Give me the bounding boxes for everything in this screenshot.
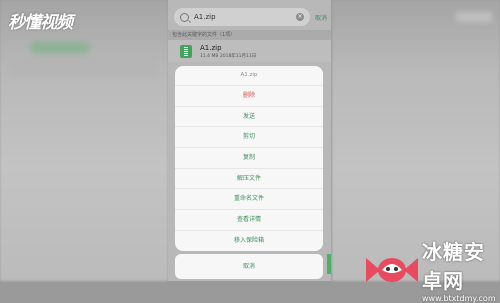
search-row: A1.zip × 取消	[174, 6, 331, 28]
search-input[interactable]: A1.zip ×	[174, 8, 310, 26]
blurred-green-element	[30, 42, 90, 54]
watermark-title: 冰糖安卓网	[422, 240, 485, 293]
results-header: 包含此关键字的文件（1项）	[168, 30, 331, 40]
watermark-url: www.btxtdmy.com	[422, 294, 496, 303]
action-sheet-cancel-button[interactable]: 取消	[175, 254, 323, 279]
delete-button[interactable]: 删除	[175, 85, 323, 106]
action-sheet: A1.zip 删除 发送 剪切 复制 解压文件 重命名文件 查看详情 移入保险箱	[175, 66, 323, 251]
result-meta: 11.4 MB 2018年11月11日	[200, 53, 257, 59]
view-details-button[interactable]: 查看详情	[175, 209, 323, 230]
result-name: A1.zip	[200, 43, 222, 52]
zip-file-icon	[180, 44, 192, 58]
blurred-bar-element	[8, 58, 158, 78]
watermark-right: 冰糖安卓网 www.btxtdmy.com	[364, 236, 500, 303]
watermark-logo-left: 秒懂视频	[8, 13, 73, 33]
search-cancel-button[interactable]: 取消	[315, 13, 327, 22]
result-item[interactable]: A1.zip 11.4 MB 2018年11月11日	[168, 40, 331, 62]
watermark-text: 冰糖安卓网 www.btxtdmy.com	[422, 236, 500, 303]
candy-logo-icon	[364, 250, 420, 290]
rename-file-button[interactable]: 重命名文件	[175, 188, 323, 209]
search-value: A1.zip	[194, 13, 216, 21]
phone-screen: A1.zip × 取消 包含此关键字的文件（1项） A1.zip 11.4 MB…	[168, 0, 331, 281]
blurred-top-right-element	[456, 12, 492, 22]
move-to-safe-button[interactable]: 移入保险箱	[175, 229, 323, 251]
send-button[interactable]: 发送	[175, 105, 323, 127]
extract-file-button[interactable]: 解压文件	[175, 167, 323, 189]
search-icon	[180, 12, 189, 22]
copy-button[interactable]: 复制	[175, 147, 323, 168]
action-sheet-title: A1.zip	[240, 72, 258, 78]
cut-button[interactable]: 剪切	[175, 126, 323, 147]
clear-icon[interactable]: ×	[296, 13, 304, 21]
green-edge-strip	[327, 254, 331, 274]
result-text: A1.zip 11.4 MB 2018年11月11日	[200, 44, 256, 59]
